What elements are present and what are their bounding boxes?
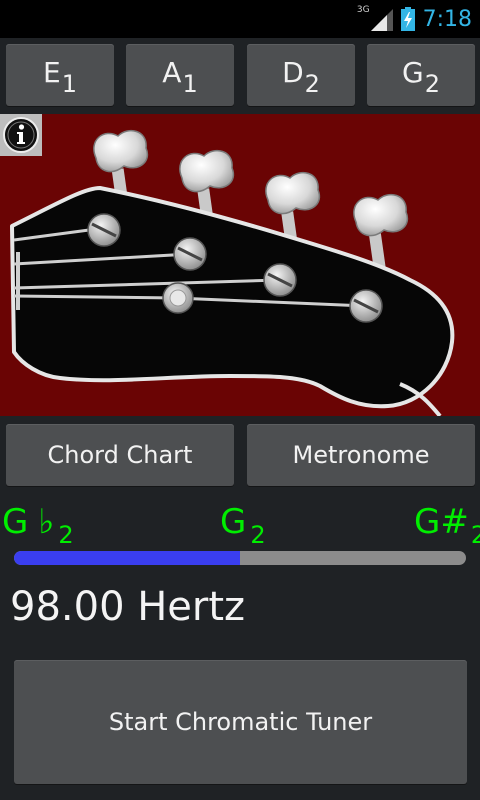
tuning-meter — [14, 551, 466, 565]
note-letter: D — [282, 55, 304, 89]
tool-buttons: Chord Chart Metronome — [6, 424, 476, 488]
tuning-meter-fill — [14, 551, 240, 565]
status-bar: 3G 7:18 — [0, 0, 480, 38]
note-button-e1[interactable]: E1 — [6, 44, 114, 106]
start-chromatic-tuner-button[interactable]: Start Chromatic Tuner — [14, 660, 467, 784]
tuner-screen: 3G 7:18 E1 A1 D2 G2 Chord Chart Metronom… — [0, 0, 480, 800]
info-button[interactable] — [0, 114, 42, 156]
tuning-post-4 — [349, 289, 383, 323]
info-icon — [3, 117, 39, 153]
flat-note-octave: 2 — [58, 521, 74, 549]
target-note-octave: 2 — [250, 521, 266, 549]
status-icons: 3G 7:18 — [357, 0, 472, 38]
note-octave: 2 — [424, 70, 440, 98]
sharp-note-label: G#2 — [414, 502, 480, 549]
network-type-label: 3G — [356, 5, 370, 15]
tuning-post-1 — [87, 213, 121, 247]
signal-strength-icon — [370, 9, 393, 31]
flat-note-letter: G — [2, 502, 29, 542]
headstock-illustration — [10, 129, 455, 416]
string-note-buttons: E1 A1 D2 G2 — [6, 44, 476, 108]
note-octave: 2 — [304, 70, 320, 98]
target-note-label: G2 — [220, 502, 266, 549]
tuning-post-3 — [263, 263, 297, 297]
string-tree — [162, 282, 194, 314]
sharp-note-octave: 2 — [470, 521, 480, 549]
note-button-d2[interactable]: D2 — [247, 44, 355, 106]
frequency-readout: 98.00 Hertz — [10, 584, 246, 630]
note-button-g2[interactable]: G2 — [367, 44, 475, 106]
flat-note-label: G ♭ 2 — [2, 502, 74, 549]
sharp-note-letter: G# — [414, 502, 469, 542]
note-letter: E — [43, 55, 61, 89]
target-note-letter: G — [220, 502, 247, 542]
note-button-a1[interactable]: A1 — [126, 44, 234, 106]
chord-chart-button[interactable]: Chord Chart — [6, 424, 234, 486]
note-letter: G — [402, 55, 424, 89]
note-octave: 1 — [61, 70, 77, 98]
note-octave: 1 — [182, 70, 198, 98]
status-clock: 7:18 — [422, 6, 472, 32]
metronome-button[interactable]: Metronome — [247, 424, 475, 486]
note-letter: A — [162, 55, 182, 89]
bass-headstock-image[interactable] — [0, 114, 480, 416]
flat-symbol: ♭ — [38, 502, 55, 542]
battery-charging-icon — [400, 7, 415, 31]
tuning-post-2 — [173, 237, 207, 271]
